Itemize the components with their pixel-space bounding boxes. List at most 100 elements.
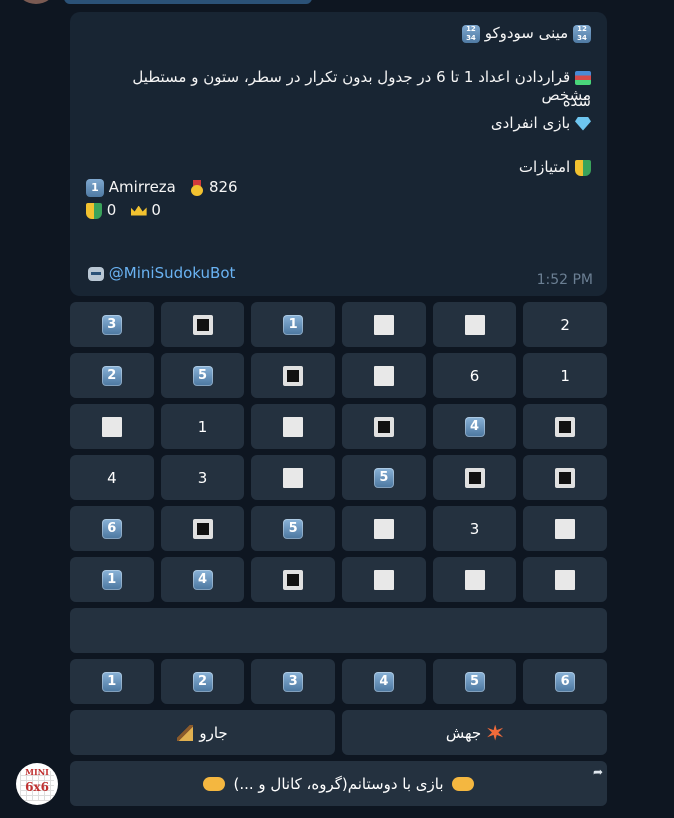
- grid-cell-button[interactable]: 4: [160, 557, 245, 602]
- grid-cell-button[interactable]: 5: [251, 506, 336, 551]
- white-square-icon: [464, 314, 485, 335]
- number-pad-button[interactable]: 3: [251, 659, 336, 704]
- keycap-icon: 3: [283, 671, 304, 692]
- grid-cell-button[interactable]: [342, 302, 426, 347]
- grid-row: 14: [70, 404, 608, 449]
- grid-cell-button[interactable]: 3: [70, 302, 154, 347]
- grid-cell-button[interactable]: 6: [70, 506, 154, 551]
- jump-button[interactable]: جهش: [342, 710, 607, 755]
- white-square-icon: [101, 416, 122, 437]
- keycap-icon: 5: [192, 365, 213, 386]
- grid-cell-button[interactable]: [432, 302, 517, 347]
- broom-label: جارو: [199, 723, 228, 742]
- share-label: بازی با دوستانم(گروه، کانال و ...): [233, 774, 444, 793]
- collision-icon: [487, 724, 504, 741]
- number-pad-button[interactable]: 5: [432, 659, 517, 704]
- gem-icon: [575, 116, 591, 131]
- rule-line: قراردادن اعداد 1 تا 6 در جدول بدون تکرار…: [86, 68, 591, 104]
- grid-cell-button[interactable]: [342, 353, 426, 398]
- scores-heading: امتیازات: [519, 158, 591, 176]
- grid-cell-button[interactable]: 4: [70, 455, 154, 500]
- grid-cell-button[interactable]: [251, 353, 336, 398]
- number-pad-button[interactable]: 6: [523, 659, 608, 704]
- keycap-icon: 2: [101, 365, 122, 386]
- player-name: Amirreza: [108, 178, 176, 196]
- keycap-icon: 4: [464, 416, 485, 437]
- grid-cell-button[interactable]: [523, 455, 608, 500]
- grid-cell-button[interactable]: 5: [342, 455, 426, 500]
- grid-cell-button[interactable]: 1: [70, 557, 154, 602]
- grid-cell-button[interactable]: 2: [523, 302, 608, 347]
- keycap-icon: 4: [373, 671, 394, 692]
- white-square-icon: [464, 569, 485, 590]
- grid-cell-button[interactable]: [160, 506, 245, 551]
- via-bot-link[interactable]: @MiniSudokuBot: [109, 264, 236, 282]
- player-stats-line: 0 0: [86, 201, 161, 219]
- keycap-icon: 5: [373, 467, 394, 488]
- grid-cell-button[interactable]: 2: [70, 353, 154, 398]
- keycap-icon: 5: [464, 671, 485, 692]
- mode-line: بازی انفرادی: [491, 114, 591, 132]
- grid-cell-button[interactable]: 1: [523, 353, 608, 398]
- grid-cell-button[interactable]: [342, 557, 426, 602]
- grid-cell-button[interactable]: 3: [432, 506, 517, 551]
- cell-value: 1: [560, 366, 570, 385]
- stat-a: 0: [106, 201, 117, 219]
- broom-button[interactable]: جارو: [70, 710, 335, 755]
- keycap-icon: 6: [101, 518, 122, 539]
- black-square-icon: [283, 365, 304, 386]
- cell-value: 6: [469, 366, 480, 385]
- grid-row: 3 1 2: [70, 302, 608, 347]
- grid-cell-button[interactable]: [523, 404, 608, 449]
- white-square-icon: [373, 365, 394, 386]
- broom-icon: [177, 724, 194, 741]
- grid-cell-button[interactable]: [70, 404, 154, 449]
- grid-cell-button[interactable]: 1: [160, 404, 245, 449]
- grid-cell-button[interactable]: [251, 455, 336, 500]
- empty-status-button[interactable]: [70, 608, 607, 653]
- cell-value: 1: [197, 417, 208, 436]
- number-pad-button[interactable]: 2: [160, 659, 245, 704]
- rule-line-2: شده: [562, 92, 591, 110]
- number-pad-button[interactable]: 1: [70, 659, 154, 704]
- game-message-bubble: 12 34 مینی سودوکو 12 34 قراردادن اعداد 1 ت…: [70, 12, 607, 296]
- white-square-icon: [283, 467, 304, 488]
- grid-row: 14: [70, 557, 608, 602]
- grid-cell-button[interactable]: [251, 557, 336, 602]
- cell-value: 3: [197, 468, 208, 487]
- grid-cell-button[interactable]: 3: [160, 455, 245, 500]
- grid-cell-button[interactable]: [523, 557, 608, 602]
- black-square-icon: [555, 467, 576, 488]
- avatar-text-top: MINI: [25, 767, 49, 777]
- grid-cell-button[interactable]: [342, 506, 426, 551]
- grid-cell-button[interactable]: [523, 506, 608, 551]
- stat-b: 0: [151, 201, 161, 219]
- via-bot-line: @MiniSudokuBot: [88, 264, 235, 282]
- grid-cell-button[interactable]: [432, 557, 517, 602]
- grid-row: 2 5 6 1: [70, 353, 608, 398]
- keycap-icon: 5: [283, 518, 304, 539]
- cell-value: 2: [560, 315, 570, 334]
- black-square-icon: [192, 314, 213, 335]
- message-time: 1:52 PM: [536, 272, 593, 288]
- bot-avatar[interactable]: MINI 6x6: [16, 763, 58, 805]
- grid-cell-button[interactable]: [342, 404, 426, 449]
- mode-label: بازی انفرادی: [490, 114, 571, 132]
- grid-cell-button[interactable]: [251, 404, 336, 449]
- grid-cell-button[interactable]: 5: [160, 353, 245, 398]
- white-square-icon: [373, 314, 394, 335]
- keycap-icon: 4: [192, 569, 213, 590]
- grid-row: 4 3 5: [70, 455, 608, 500]
- grid-cell-button[interactable]: 6: [432, 353, 517, 398]
- keycap-icon: 3: [101, 314, 122, 335]
- number-pad-button[interactable]: 4: [342, 659, 426, 704]
- share-with-friends-button[interactable]: بازی با دوستانم(گروه، کانال و ...) ➦: [70, 761, 607, 806]
- grid-cell-button[interactable]: [432, 455, 517, 500]
- previous-message-bar: [64, 0, 312, 4]
- game-title-line: 12 34 مینی سودوکو 12 34: [461, 24, 591, 43]
- grid-cell-button[interactable]: 1: [251, 302, 336, 347]
- previous-sender-avatar[interactable]: [18, 0, 54, 4]
- grid-cell-button[interactable]: 4: [432, 404, 517, 449]
- grid-cell-button[interactable]: [160, 302, 245, 347]
- avatar-text-bottom: 6x6: [25, 780, 49, 794]
